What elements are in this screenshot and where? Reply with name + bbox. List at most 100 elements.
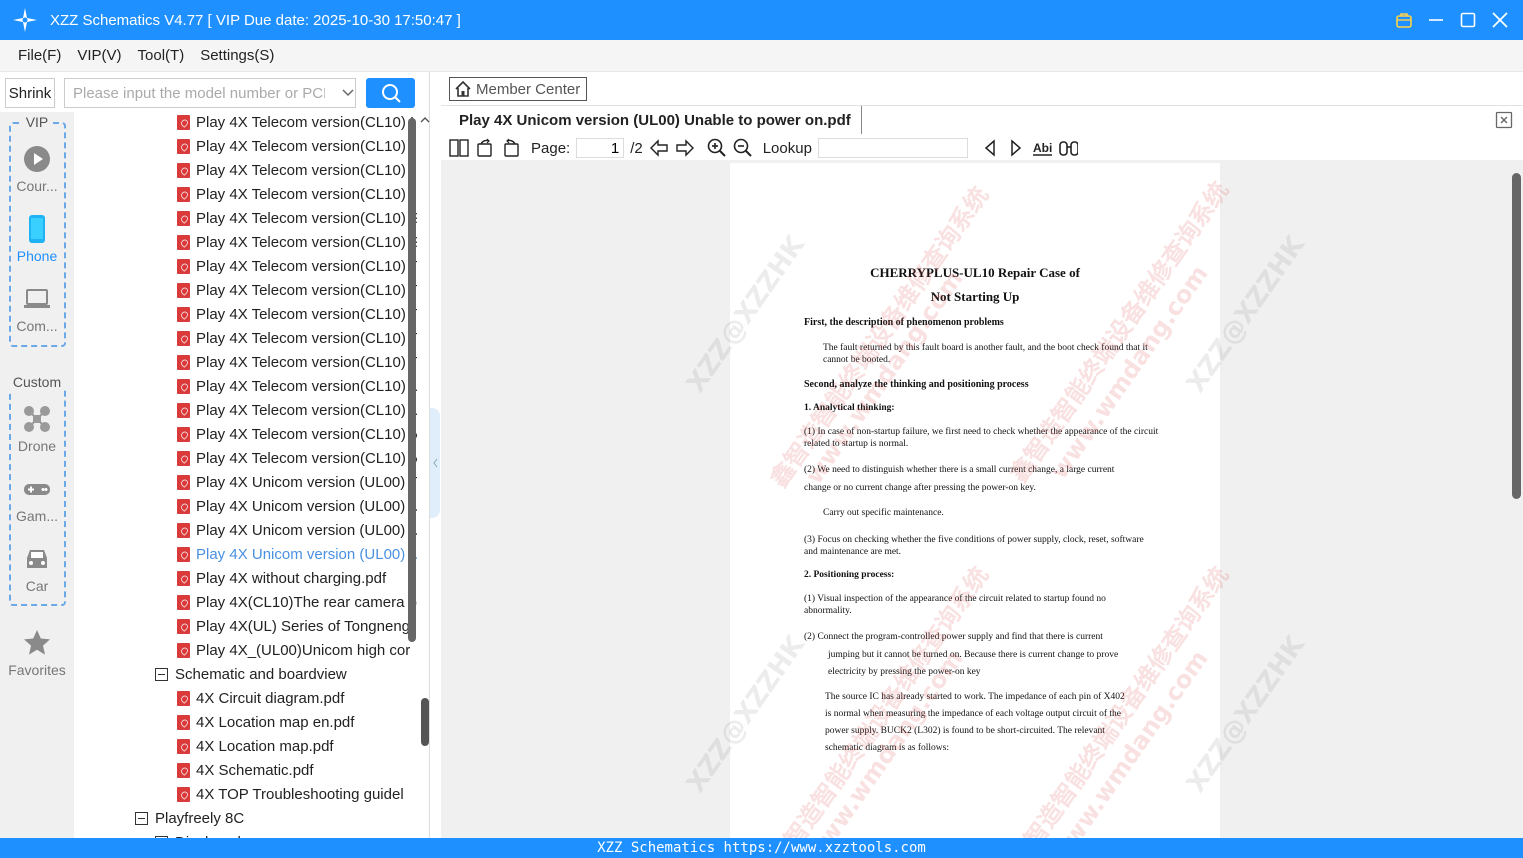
menu-settings[interactable]: Settings(S) bbox=[200, 47, 274, 64]
chevron-down-icon[interactable] bbox=[341, 86, 355, 100]
two-page-view-icon[interactable] bbox=[449, 138, 469, 158]
pdf-file-icon bbox=[177, 618, 190, 634]
maximize-button[interactable] bbox=[1459, 11, 1477, 29]
rotate-left-icon[interactable] bbox=[475, 138, 495, 158]
tree-file-item[interactable]: 4X TOP Troubleshooting guidel bbox=[177, 782, 404, 806]
tree-item-label: Play 4X Telecom version(CL10) V bbox=[196, 425, 417, 443]
viewer-scrollbar[interactable] bbox=[1512, 163, 1521, 838]
tree-file-item[interactable]: Play 4X Unicom version (UL00) T bbox=[177, 470, 417, 494]
previous-page-icon[interactable] bbox=[649, 138, 669, 158]
pdf-file-icon bbox=[177, 426, 190, 442]
tree-file-item[interactable]: Play 4X Unicom version (UL00) U bbox=[177, 542, 417, 566]
shrink-button[interactable]: Shrink bbox=[5, 78, 55, 108]
close-button[interactable] bbox=[1491, 11, 1509, 29]
category-sidebar: VIP Cour... Phone Com... Custom Drone Ga… bbox=[0, 112, 74, 838]
collapse-folder-icon[interactable] bbox=[135, 811, 148, 825]
lookup-input[interactable] bbox=[817, 138, 968, 158]
match-case-icon[interactable]: Abi bbox=[1032, 138, 1052, 158]
sidebar-item-computer[interactable]: Com... bbox=[0, 284, 74, 334]
tree-item-label: Play 4X Telecom version(CL10) I bbox=[196, 113, 415, 131]
collapse-panel-handle[interactable] bbox=[430, 408, 440, 518]
find-previous-icon[interactable] bbox=[980, 138, 1000, 158]
viewer-scrollbar-thumb[interactable] bbox=[1512, 173, 1521, 499]
tree-item-label: Play 4X Telecom version(CL10) U bbox=[196, 377, 417, 395]
tree-file-item[interactable]: Play 4X Telecom version(CL10) I bbox=[177, 134, 414, 158]
page-number-input[interactable] bbox=[576, 138, 625, 158]
pdf-file-icon bbox=[177, 162, 190, 178]
rotate-right-icon[interactable] bbox=[501, 138, 521, 158]
binoculars-icon[interactable] bbox=[1058, 138, 1078, 158]
sidebar-item-drone[interactable]: Drone bbox=[0, 404, 74, 454]
tree-item-label: Play 4X Telecom version(CL10) I bbox=[196, 137, 415, 155]
menu-tool[interactable]: Tool(T) bbox=[138, 47, 185, 64]
tree-file-item[interactable]: Play 4X Telecom version(CL10) V bbox=[177, 446, 417, 470]
zoom-in-icon[interactable] bbox=[707, 138, 727, 158]
pdf-file-icon bbox=[177, 210, 190, 226]
tree-file-item[interactable]: Play 4X(UL) Series of Tongneng bbox=[177, 614, 410, 638]
sidebar-item-course[interactable]: Cour... bbox=[0, 144, 74, 194]
tree-file-item[interactable]: 4X Circuit diagram.pdf bbox=[177, 686, 344, 710]
minimize-button[interactable] bbox=[1427, 11, 1445, 29]
tree-file-item[interactable]: Play 4X Telecom version(CL10) T bbox=[177, 254, 417, 278]
tree-file-item[interactable]: Play 4X Telecom version(CL10) T bbox=[177, 326, 417, 350]
tree-item-label: 4X Circuit diagram.pdf bbox=[196, 689, 345, 707]
tree-file-item[interactable]: Play 4X Telecom version(CL10) I bbox=[177, 158, 414, 182]
tree-scrollbar-thumb[interactable] bbox=[408, 118, 416, 642]
outer-scrollbar[interactable] bbox=[420, 112, 430, 838]
tree-file-item[interactable]: 4X Location map.pdf bbox=[177, 734, 334, 758]
close-tab-icon[interactable] bbox=[1495, 111, 1513, 129]
tree-file-item[interactable]: Play 4X Telecom version(CL10) T bbox=[177, 278, 417, 302]
scroll-up-arrow-icon[interactable] bbox=[420, 112, 430, 126]
sidebar-item-game[interactable]: Gam... bbox=[0, 474, 74, 524]
drone-icon bbox=[24, 406, 50, 432]
menu-bar: File(F) VIP(V) Tool(T) Settings(S) bbox=[0, 40, 1523, 72]
tree-file-item[interactable]: Play 4X Unicom version (UL00) U bbox=[177, 518, 417, 542]
find-next-icon[interactable] bbox=[1006, 138, 1026, 158]
tree-scrollbar[interactable] bbox=[408, 118, 416, 838]
pdf-viewer[interactable]: CHERRYPLUS-UL10 Repair Case of Not Start… bbox=[441, 161, 1523, 838]
tree-file-item[interactable]: Play 4X Telecom version(CL10) I bbox=[177, 112, 414, 134]
collapse-folder-icon[interactable] bbox=[155, 667, 168, 681]
tree-file-item[interactable]: Play 4X(CL10)The rear camera o bbox=[177, 590, 417, 614]
tree-folder-item[interactable]: Playfreely 8C bbox=[135, 806, 244, 830]
menu-file[interactable]: File(F) bbox=[18, 47, 61, 64]
pdf-file-icon bbox=[177, 738, 190, 754]
pdf-file-icon bbox=[177, 114, 190, 130]
tree-file-item[interactable]: Play 4X Telecom version(CL10) T bbox=[177, 302, 417, 326]
sidebar-item-favorites[interactable]: Favorites bbox=[0, 628, 74, 678]
tree-file-item[interactable]: Play 4X Telecom version(CL10) I bbox=[177, 182, 414, 206]
tree-file-item[interactable]: Play 4X without charging.pdf bbox=[177, 566, 386, 590]
tree-file-item[interactable]: Play 4X Telecom version(CL10) S bbox=[177, 230, 417, 254]
tree-file-item[interactable]: Play 4X Unicom version (UL00) U bbox=[177, 494, 417, 518]
member-center-label: Member Center bbox=[476, 80, 581, 98]
tree-folder-item[interactable]: Displayed bbox=[155, 830, 241, 838]
tree-item-label: Play 4X Telecom version(CL10) V bbox=[196, 449, 417, 467]
zoom-out-icon[interactable] bbox=[733, 138, 753, 158]
tree-file-item[interactable]: Play 4X Telecom version(CL10) S bbox=[177, 206, 417, 230]
sidebar-item-label: Drone bbox=[17, 438, 57, 454]
outer-scrollbar-thumb[interactable] bbox=[421, 698, 429, 746]
gamepad-icon bbox=[24, 484, 50, 495]
member-center-button[interactable]: Member Center bbox=[449, 77, 588, 101]
search-button[interactable] bbox=[366, 78, 415, 108]
tree-file-item[interactable]: Play 4X Telecom version(CL10) U bbox=[177, 398, 417, 422]
tree-item-label: Play 4X Unicom version (UL00) U bbox=[196, 497, 417, 515]
tree-file-item[interactable]: 4X Schematic.pdf bbox=[177, 758, 314, 782]
tree-file-item[interactable]: Play 4X Telecom version(CL10) T bbox=[177, 350, 417, 374]
menu-vip[interactable]: VIP(V) bbox=[77, 47, 121, 64]
vip-bag-icon[interactable] bbox=[1395, 11, 1413, 29]
title-bar: XZZ Schematics V4.77 [ VIP Due date: 202… bbox=[0, 0, 1523, 40]
sidebar-item-phone[interactable]: Phone bbox=[0, 214, 74, 264]
next-page-icon[interactable] bbox=[675, 138, 695, 158]
tree-folder-item[interactable]: Schematic and boardview bbox=[155, 662, 347, 686]
home-icon bbox=[455, 80, 471, 97]
tree-file-item[interactable]: Play 4X_(UL00)Unicom high cor bbox=[177, 638, 410, 662]
pdf-file-icon bbox=[177, 354, 190, 370]
tree-file-item[interactable]: Play 4X Telecom version(CL10) V bbox=[177, 422, 417, 446]
search-input[interactable] bbox=[64, 78, 356, 108]
sidebar-item-car[interactable]: Car bbox=[0, 544, 74, 594]
tree-file-item[interactable]: Play 4X Telecom version(CL10) U bbox=[177, 374, 417, 398]
document-tab[interactable]: Play 4X Unicom version (UL00) Unable to … bbox=[449, 106, 862, 134]
tree-file-item[interactable]: 4X Location map en.pdf bbox=[177, 710, 354, 734]
pdf-file-icon bbox=[177, 498, 190, 514]
